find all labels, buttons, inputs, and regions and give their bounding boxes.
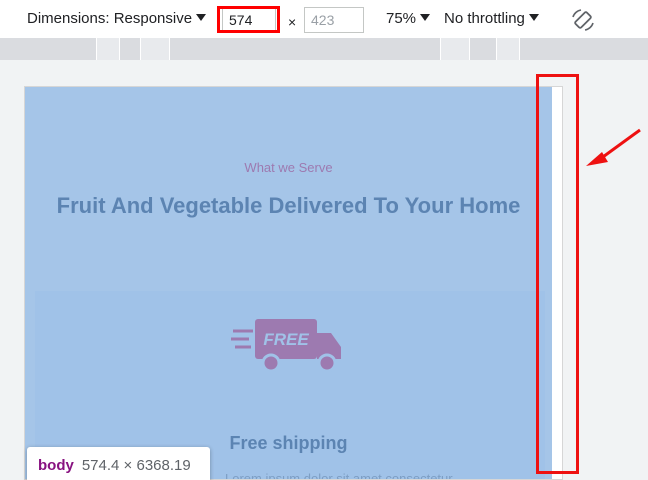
- media-query-segment[interactable]: [96, 38, 120, 60]
- chevron-down-icon: [420, 14, 431, 21]
- chevron-down-icon: [196, 14, 207, 21]
- zoom-label: 75%: [386, 10, 417, 27]
- truck-badge-text: FREE: [263, 330, 309, 349]
- throttling-dropdown[interactable]: No throttling: [444, 10, 539, 28]
- annotation-arrow-icon: [586, 128, 641, 166]
- card-description: Lorem ipsum dolor sit amet consectetur: [225, 471, 453, 480]
- media-query-segment[interactable]: [440, 38, 470, 60]
- section-headline: Fruit And Vegetable Delivered To Your Ho…: [56, 193, 521, 218]
- section-eyebrow: What we Serve: [244, 160, 333, 175]
- media-query-segment[interactable]: [140, 38, 170, 60]
- dimensions-label: Dimensions: Responsive: [27, 10, 193, 27]
- free-delivery-truck-icon: FREE: [231, 319, 341, 373]
- rotate-device-icon[interactable]: [570, 8, 596, 32]
- element-inspect-tooltip: body 574.4 × 6368.19: [27, 447, 210, 480]
- scrollbar-annotation-box: [536, 74, 579, 474]
- tooltip-dimensions: 574.4 × 6368.19: [81, 457, 191, 474]
- zoom-dropdown[interactable]: 75%: [386, 10, 431, 28]
- times-symbol: ×: [288, 14, 297, 30]
- device-viewport: What we Serve Fruit And Vegetable Delive…: [24, 86, 563, 480]
- dimensions-dropdown[interactable]: Dimensions: Responsive: [27, 10, 207, 28]
- tooltip-tag: body: [38, 457, 74, 474]
- chevron-down-icon: [528, 14, 539, 21]
- throttling-label: No throttling: [444, 10, 525, 27]
- width-input-highlight: [217, 6, 280, 33]
- device-toolbar: Dimensions: Responsive 574 × 423 75% No …: [0, 0, 648, 38]
- media-query-bar[interactable]: [0, 38, 648, 60]
- height-input[interactable]: 423: [304, 7, 364, 33]
- media-query-segment[interactable]: [496, 38, 520, 60]
